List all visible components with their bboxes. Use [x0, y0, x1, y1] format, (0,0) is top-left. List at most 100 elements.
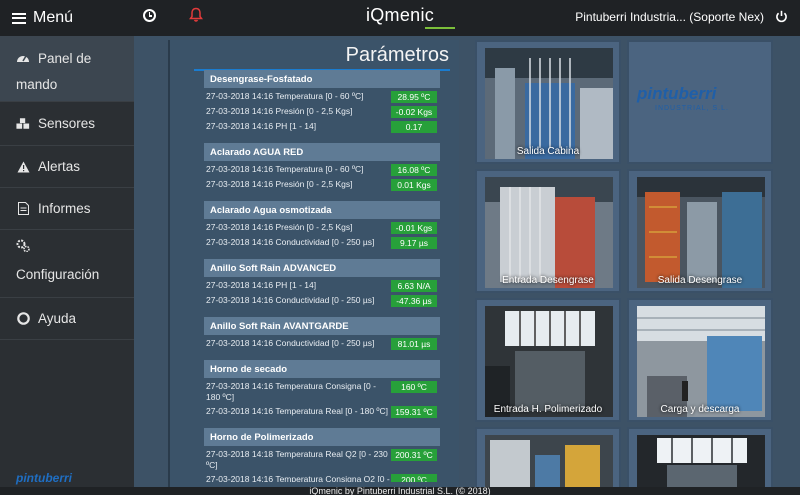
sidebar-logo: pintuberri — [16, 471, 72, 485]
camera-tile[interactable] — [627, 427, 773, 495]
camera-caption: Entrada Desengrase — [502, 275, 594, 286]
sidebar: Panel de mando Sensores Alertas Informes… — [0, 36, 134, 495]
parameter-label: 27-03-2018 14:18 Temperatura Real Q2 [0 … — [206, 449, 388, 470]
parameter-value-badge: 16.08 ºC — [391, 164, 437, 176]
bell-icon[interactable] — [189, 7, 203, 23]
sidebar-item-label: Informes — [38, 201, 91, 216]
parameter-row: 27-03-2018 14:16 Temperatura [0 - 60 ºC]… — [204, 161, 440, 176]
sidebar-item-label: Configuración — [16, 266, 100, 282]
camera-tile-entrada-h-polimerizado[interactable]: Entrada H. Polimerizado — [475, 298, 621, 422]
camera-image — [637, 177, 765, 288]
page-title: Parámetros — [345, 44, 449, 66]
sidebar-item-informes[interactable]: Informes — [0, 188, 134, 230]
parameter-group: Anillo Soft Rain AVANTGARDE 27-03-2018 14… — [204, 317, 440, 350]
camera-image — [485, 177, 613, 288]
camera-tile-entrada-desengrase[interactable]: Entrada Desengrase — [475, 169, 621, 293]
parameter-row: 27-03-2018 14:16 Temperatura [0 - 60 ºC]… — [204, 88, 440, 103]
cubes-icon — [16, 117, 30, 131]
camera-caption: Carga y descarga — [660, 404, 740, 415]
parameter-value-badge: 28.95 ºC — [391, 91, 437, 103]
parameter-row: 27-03-2018 14:16 Temperatura Consigna [0… — [204, 378, 440, 403]
camera-tile-carga-y-descarga[interactable]: Carga y descarga — [627, 298, 773, 422]
warning-icon — [16, 160, 30, 174]
parameter-group: Horno de Polimerizado 27-03-2018 14:18 Te… — [204, 428, 440, 482]
menu-label: Menú — [33, 9, 74, 26]
sidebar-item-label: mando — [16, 77, 58, 92]
parameter-value-badge: 160 ºC — [391, 381, 437, 393]
gears-icon — [16, 238, 30, 252]
parameter-group: Aclarado Agua osmotizada 27-03-2018 14:16… — [204, 201, 440, 249]
parameter-row: 27-03-2018 14:16 Presión [0 - 2,5 Kgs] -0… — [204, 103, 440, 118]
parameter-label: 27-03-2018 14:16 Temperatura [0 - 60 ºC] — [206, 164, 364, 174]
camera-tile[interactable] — [475, 427, 621, 495]
parameter-label: 27-03-2018 14:16 Presión [0 - 2,5 Kgs] — [206, 106, 353, 116]
parameter-value-badge: -0.01 Kgs — [391, 222, 437, 234]
sidebar-item-panel-de-mando[interactable]: Panel de mando — [0, 36, 134, 102]
parameter-row: 27-03-2018 14:16 Conductividad [0 - 250 … — [204, 234, 440, 249]
lifebuoy-icon — [16, 312, 30, 326]
parameter-value-badge: 0.01 Kgs — [391, 179, 437, 191]
sidebar-item-label: Panel de — [38, 51, 92, 66]
company-logo: pintuberri INDUSTRIAL, S.L. — [637, 84, 729, 112]
camera-image — [485, 435, 613, 495]
camera-caption: Entrada H. Polimerizado — [493, 404, 603, 415]
parameter-label: 27-03-2018 14:16 Conductividad [0 - 250 … — [206, 237, 375, 247]
parameter-value-badge: -0.02 Kgs — [391, 106, 437, 118]
sidebar-item-label: Sensores — [38, 116, 96, 131]
parameter-value-badge: 200.31 ºC — [391, 449, 437, 461]
hamburger-icon — [12, 12, 26, 24]
menu-toggle-button[interactable]: Menú — [0, 0, 73, 36]
parameter-value-badge: 159.31 ºC — [391, 406, 437, 418]
parameter-value-badge: 200 ºC — [391, 474, 437, 482]
parameter-group-title: Anillo Soft Rain AVANTGARDE — [204, 317, 440, 335]
parameter-group-title: Anillo Soft Rain ADVANCED — [204, 259, 440, 277]
parameter-label: 27-03-2018 14:16 Presión [0 - 2,5 Kgs] — [206, 179, 353, 189]
parameter-value-badge: 9.17 µs — [391, 237, 437, 249]
parameter-row: 27-03-2018 14:16 Presión [0 - 2,5 Kgs] 0.… — [204, 176, 440, 191]
camera-image — [637, 435, 765, 495]
sidebar-item-alertas[interactable]: Alertas — [0, 146, 134, 188]
parameter-row: 27-03-2018 14:16 Presión [0 - 2,5 Kgs] -0… — [204, 219, 440, 234]
parameter-group-title: Desengrase-Fosfatado — [204, 70, 440, 88]
parameter-group-title: Aclarado AGUA RED — [204, 143, 440, 161]
parameter-row: 27-03-2018 14:16 PH [1 - 14] 0.17 — [204, 118, 440, 133]
camera-tile-salida-desengrase[interactable]: Salida Desengrase — [627, 169, 773, 293]
parameters-panel: Parámetros Desengrase-Fosfatado 27-03-201… — [168, 40, 459, 487]
parameter-value-badge: -47.36 µs — [391, 295, 437, 307]
user-account[interactable]: Pintuberri Industria... (Soporte Nex) — [575, 10, 764, 24]
parameter-label: 27-03-2018 14:16 Conductividad [0 - 250 … — [206, 295, 375, 305]
parameter-group: Horno de secado 27-03-2018 14:16 Temperat… — [204, 360, 440, 418]
parameter-row: 27-03-2018 14:18 Temperatura Real Q2 [0 … — [204, 446, 440, 471]
top-bar: Menú iQmenic Pintuberri Industria... (So… — [0, 0, 800, 36]
sidebar-item-ayuda[interactable]: Ayuda — [0, 298, 134, 340]
dashboard-icon — [16, 50, 30, 64]
company-logo-tile: pintuberri INDUSTRIAL, S.L. — [627, 40, 773, 164]
parameter-value-badge: 6.63 N/A — [391, 280, 437, 292]
power-icon[interactable] — [775, 10, 788, 23]
footer: iQmenic by Pintuberri Industrial S.L. (©… — [0, 487, 800, 495]
parameter-group-title: Aclarado Agua osmotizada — [204, 201, 440, 219]
parameter-label: 27-03-2018 14:16 PH [1 - 14] — [206, 280, 317, 290]
parameter-row: 27-03-2018 14:16 Conductividad [0 - 250 … — [204, 335, 440, 350]
document-icon — [16, 202, 30, 216]
parameter-value-badge: 81.01 µs — [391, 338, 437, 350]
parameter-row: 27-03-2018 14:16 Temperatura Consigna Q2… — [204, 471, 440, 482]
camera-tile-salida-cabina[interactable]: Salida Cabina — [475, 40, 621, 164]
camera-image — [485, 48, 613, 159]
clock-icon[interactable] — [143, 9, 156, 22]
camera-caption: Salida Cabina — [516, 146, 580, 157]
parameter-group-title: Horno de Polimerizado — [204, 428, 440, 446]
parameters-list[interactable]: Desengrase-Fosfatado 27-03-2018 14:16 Tem… — [204, 70, 440, 482]
parameter-label: 27-03-2018 14:16 Conductividad [0 - 250 … — [206, 338, 375, 348]
parameter-group: Aclarado AGUA RED 27-03-2018 14:16 Temper… — [204, 143, 440, 191]
camera-image — [637, 306, 765, 417]
parameter-label: 27-03-2018 14:16 Temperatura Real [0 - 1… — [206, 406, 389, 416]
sidebar-item-sensores[interactable]: Sensores — [0, 102, 134, 146]
parameter-row: 27-03-2018 14:16 Temperatura Real [0 - 1… — [204, 403, 440, 418]
camera-caption: Salida Desengrase — [657, 275, 743, 286]
parameter-row: 27-03-2018 14:16 Conductividad [0 - 250 … — [204, 292, 440, 307]
parameter-group-title: Horno de secado — [204, 360, 440, 378]
parameter-value-badge: 0.17 — [391, 121, 437, 133]
sidebar-item-configuracion[interactable]: Configuración — [0, 230, 134, 298]
parameter-label: 27-03-2018 14:16 Temperatura [0 - 60 ºC] — [206, 91, 364, 101]
